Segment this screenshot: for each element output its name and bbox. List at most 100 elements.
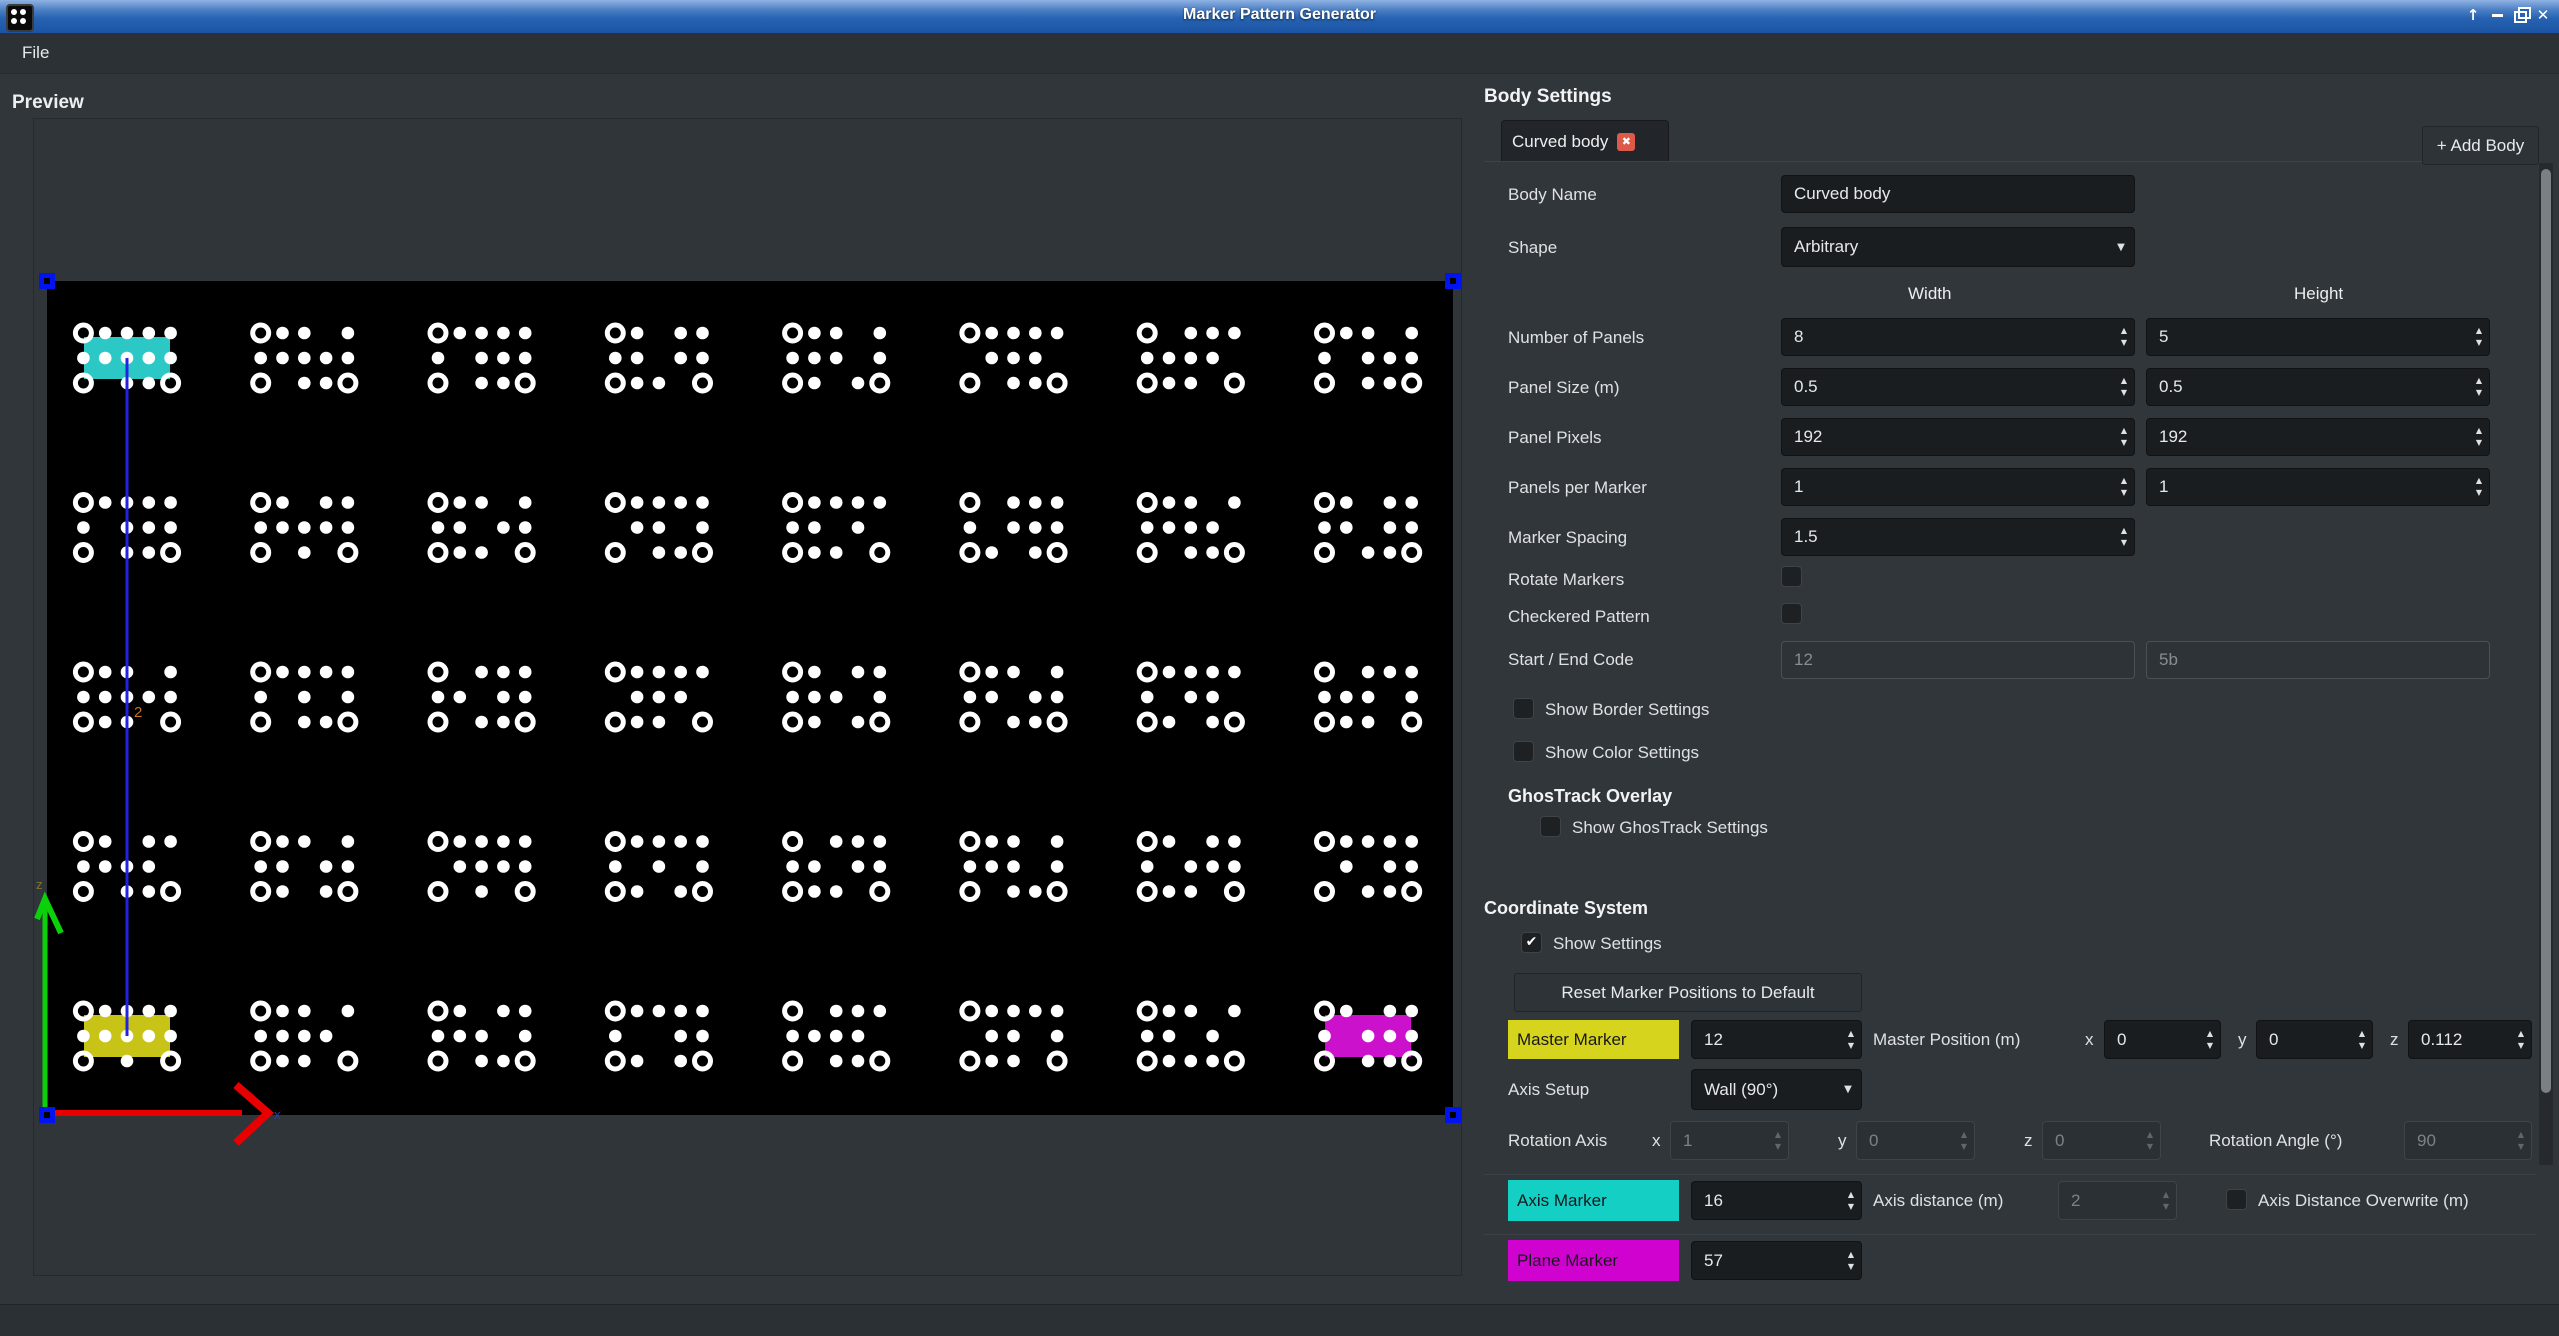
marker-dot	[1029, 521, 1042, 534]
canvas-corner-handle[interactable]	[39, 273, 55, 289]
marker-dot	[1362, 691, 1375, 704]
marker-dot	[1206, 716, 1219, 729]
marker-dot	[1384, 860, 1397, 873]
checkered-pattern-checkbox[interactable]	[1781, 603, 1802, 624]
marker-dot	[609, 1030, 622, 1043]
marker-dot	[808, 546, 821, 559]
rotation-y-spinner[interactable]: 0▲▼	[1856, 1121, 1975, 1160]
panel-pixels-width-spinner[interactable]: 192▲▼	[1781, 418, 2135, 456]
panels-per-marker-height-spinner[interactable]: 1▲▼	[2146, 468, 2490, 506]
canvas-corner-handle[interactable]	[1445, 1107, 1461, 1123]
title-bar[interactable]: Marker Pattern Generator ↑ ✕	[0, 0, 2559, 33]
scrollbar-thumb[interactable]	[2541, 169, 2551, 1093]
marker-dot	[254, 521, 267, 534]
marker-dot	[1340, 327, 1353, 340]
show-color-settings-checkbox[interactable]	[1513, 741, 1534, 762]
marker-dot	[852, 1005, 865, 1018]
menu-file[interactable]: File	[14, 33, 57, 73]
marker-dot	[653, 860, 666, 873]
show-settings-checkbox[interactable]: ✔	[1521, 932, 1542, 953]
marker-dot	[674, 1030, 687, 1043]
marker-dot	[143, 546, 156, 559]
canvas-corner-handle[interactable]	[1445, 273, 1461, 289]
marker-dot	[298, 377, 311, 390]
marker-dot	[320, 352, 333, 365]
tab-curved-body[interactable]: Curved body ✖	[1501, 120, 1669, 162]
master-y-spinner[interactable]: 0▲▼	[2256, 1020, 2373, 1059]
show-border-settings-checkbox[interactable]	[1513, 698, 1534, 719]
marker-dot	[454, 496, 467, 509]
marker-dot	[1362, 377, 1375, 390]
panel-size-height-spinner[interactable]: 0.5▲▼	[2146, 368, 2490, 406]
marker-corner-dot	[164, 835, 177, 848]
marker-dot	[432, 352, 445, 365]
close-tab-icon[interactable]: ✖	[1617, 133, 1635, 151]
marker-dot	[808, 352, 821, 365]
marker-dot	[1318, 352, 1331, 365]
rotation-z-spinner[interactable]: 0▲▼	[2042, 1121, 2161, 1160]
show-ghostrack-settings-checkbox[interactable]	[1540, 816, 1561, 837]
marker-dot	[99, 716, 112, 729]
rotation-x-spinner[interactable]: 1▲▼	[1670, 1121, 1789, 1160]
body-name-input[interactable]: Curved body	[1781, 175, 2135, 213]
marker-corner-dot	[519, 1005, 532, 1018]
axis-setup-select[interactable]: Wall (90°) ▼	[1691, 1069, 1862, 1110]
maximize-icon[interactable]	[2509, 3, 2531, 27]
canvas-corner-handle[interactable]	[39, 1107, 55, 1123]
marker-dot	[1185, 666, 1198, 679]
marker-dot	[99, 666, 112, 679]
marker-dot	[1141, 352, 1154, 365]
marker-dot	[852, 521, 865, 534]
marker-dot	[631, 1005, 644, 1018]
marker-dot	[1206, 352, 1219, 365]
panels-height-spinner[interactable]: 5▲▼	[2146, 318, 2490, 356]
panels-width-spinner[interactable]: 8▲▼	[1781, 318, 2135, 356]
marker-dot	[653, 691, 666, 704]
shape-select[interactable]: Arbitrary ▼	[1781, 227, 2135, 267]
marker-dot	[1051, 691, 1064, 704]
marker-dot	[1007, 521, 1020, 534]
marker-dot	[1405, 691, 1418, 704]
marker-dot	[342, 860, 355, 873]
marker-corner-dot	[696, 327, 709, 340]
marker-dot	[1362, 327, 1375, 340]
minimize-icon[interactable]	[2486, 3, 2508, 27]
master-marker-id-spinner[interactable]: 12▲▼	[1691, 1020, 1862, 1059]
marker-dot	[1384, 377, 1397, 390]
axis-distance-spinner[interactable]: 2▲▼	[2058, 1181, 2177, 1220]
preview-heading: Preview	[12, 92, 84, 114]
marker-preview-canvas[interactable]: 2zx	[34, 119, 1461, 1275]
marker-dot	[653, 496, 666, 509]
master-z-spinner[interactable]: 0.112▲▼	[2408, 1020, 2532, 1059]
rotation-angle-spinner[interactable]: 90▲▼	[2404, 1121, 2532, 1160]
end-code-input[interactable]: 5b	[2146, 641, 2490, 679]
marker-corner-dot	[1405, 1005, 1418, 1018]
preview-panel[interactable]: 2zx	[33, 118, 1462, 1276]
marker-dot	[852, 1030, 865, 1043]
shade-window-icon[interactable]: ↑	[2462, 3, 2484, 27]
rotate-markers-checkbox[interactable]	[1781, 566, 1802, 587]
axis-distance-overwrite-checkbox[interactable]	[2226, 1189, 2247, 1210]
panel-pixels-height-spinner[interactable]: 192▲▼	[2146, 418, 2490, 456]
marker-dot	[985, 1055, 998, 1068]
start-code-input[interactable]: 12	[1781, 641, 2135, 679]
reset-marker-positions-button[interactable]: Reset Marker Positions to Default	[1514, 973, 1862, 1012]
plane-marker-id-spinner[interactable]: 57▲▼	[1691, 1241, 1862, 1280]
marker-dot	[276, 1030, 289, 1043]
marker-dot	[1029, 352, 1042, 365]
marker-corner-dot	[1228, 327, 1241, 340]
marker-dot	[276, 835, 289, 848]
marker-corner-dot	[519, 835, 532, 848]
panel-size-width-spinner[interactable]: 0.5▲▼	[1781, 368, 2135, 406]
close-icon[interactable]: ✕	[2532, 3, 2554, 27]
master-x-spinner[interactable]: 0▲▼	[2104, 1020, 2221, 1059]
marker-dot	[874, 860, 887, 873]
axis-marker-id-spinner[interactable]: 16▲▼	[1691, 1181, 1862, 1220]
marker-corner-dot	[519, 327, 532, 340]
marker-dot	[1318, 521, 1331, 534]
marker-dot	[475, 716, 488, 729]
marker-spacing-spinner[interactable]: 1.5▲▼	[1781, 518, 2135, 556]
panels-per-marker-width-spinner[interactable]: 1▲▼	[1781, 468, 2135, 506]
marker-corner-dot	[1228, 835, 1241, 848]
add-body-button[interactable]: + Add Body	[2422, 126, 2539, 165]
